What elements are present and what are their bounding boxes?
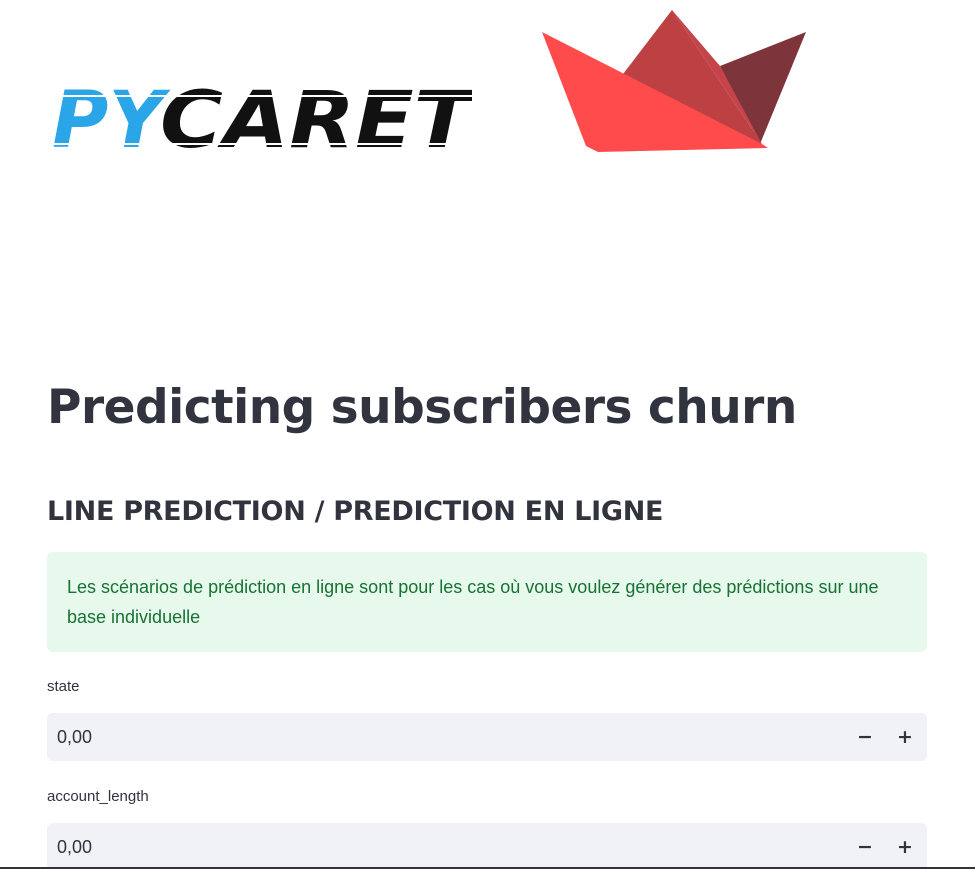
account-length-number-input: − + — [47, 823, 927, 869]
account-length-decrement-button[interactable]: − — [845, 823, 885, 869]
pycaret-logo: PY CARET — [52, 85, 472, 153]
account-length-input[interactable] — [47, 823, 827, 869]
state-input[interactable] — [47, 713, 827, 761]
state-label: state — [47, 678, 80, 695]
state-decrement-button[interactable]: − — [845, 713, 885, 761]
streamlit-logo — [542, 10, 806, 152]
app-page: PY CARET Predicting subscribers churn LI… — [0, 0, 975, 869]
state-number-input: − + — [47, 713, 927, 761]
info-alert-text: Les scénarios de prédiction en ligne son… — [67, 577, 879, 627]
state-increment-button[interactable]: + — [885, 713, 925, 761]
account-length-label: account_length — [47, 788, 149, 805]
page-title: Predicting subscribers churn — [47, 380, 797, 435]
account-length-increment-button[interactable]: + — [885, 823, 925, 869]
info-alert: Les scénarios de prédiction en ligne son… — [47, 552, 927, 652]
section-subtitle: LINE PREDICTION / PREDICTION EN LIGNE — [47, 496, 664, 527]
logo-row: PY CARET — [0, 0, 975, 170]
